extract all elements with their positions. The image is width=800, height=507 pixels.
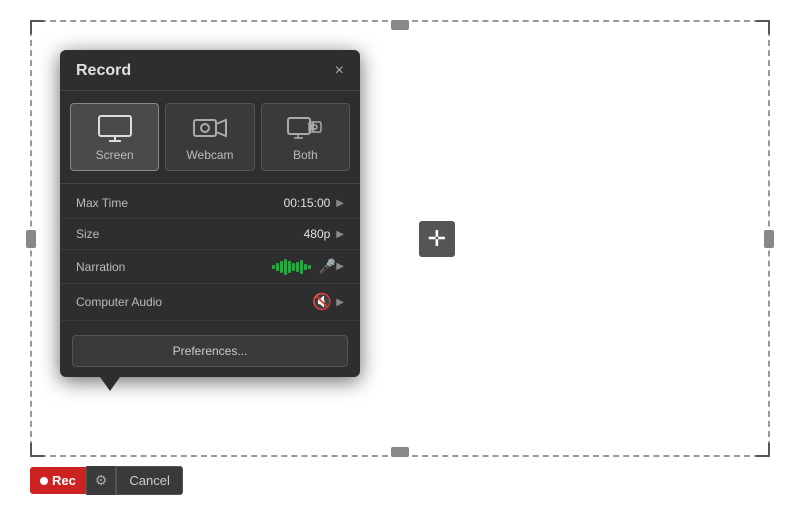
max-time-arrow[interactable]: ▶	[336, 198, 344, 209]
corner-tr	[756, 20, 770, 34]
max-time-value: 00:15:00	[284, 196, 331, 210]
narration-row: Narration 🎤 ▶	[60, 250, 360, 284]
mode-screen-label: Screen	[96, 148, 134, 162]
audio-bar-6	[292, 263, 295, 271]
mode-screen-button[interactable]: Screen	[70, 103, 159, 171]
max-time-row: Max Time 00:15:00 ▶	[60, 188, 360, 219]
audio-bar-5	[288, 261, 291, 273]
dialog-header: Record ×	[60, 50, 360, 91]
mode-buttons-container: Screen Webcam Both	[60, 91, 360, 183]
move-icon[interactable]: ✛	[419, 221, 455, 257]
rec-label: Rec	[52, 473, 76, 488]
rec-button[interactable]: Rec	[30, 467, 86, 494]
corner-br	[756, 443, 770, 457]
rec-dot	[40, 477, 48, 485]
size-value: 480p	[304, 227, 331, 241]
dialog-tail	[100, 377, 120, 391]
audio-bar-1	[272, 265, 275, 269]
audio-bar-2	[276, 263, 279, 271]
mode-webcam-label: Webcam	[186, 148, 233, 162]
audio-bar-8	[300, 260, 303, 274]
size-label: Size	[76, 227, 304, 241]
max-time-label: Max Time	[76, 196, 284, 210]
audio-bars	[272, 259, 311, 275]
size-arrow[interactable]: ▶	[336, 229, 344, 240]
mode-webcam-button[interactable]: Webcam	[165, 103, 254, 171]
corner-tl	[30, 20, 44, 34]
audio-bar-10	[308, 265, 311, 269]
audio-bar-7	[296, 262, 299, 272]
preferences-button[interactable]: Preferences...	[72, 335, 348, 367]
narration-arrow[interactable]: ▶	[336, 261, 344, 272]
mic-icon: 🎤	[319, 258, 336, 275]
narration-label: Narration	[76, 260, 272, 274]
mode-both-button[interactable]: Both	[261, 103, 350, 171]
edge-handle-bottom[interactable]	[391, 447, 409, 457]
settings-button[interactable]: ⚙	[86, 466, 117, 495]
both-icon	[287, 114, 323, 142]
corner-bl	[30, 443, 44, 457]
audio-bar-9	[304, 264, 307, 270]
webcam-icon	[192, 114, 228, 142]
edge-handle-top[interactable]	[391, 20, 409, 30]
close-button[interactable]: ×	[335, 63, 344, 79]
computer-audio-row: Computer Audio 🔇 ▶	[60, 284, 360, 321]
speaker-muted-icon: 🔇	[312, 292, 332, 312]
record-dialog: Record × Screen Webcam	[60, 50, 360, 377]
edge-handle-right[interactable]	[764, 230, 774, 248]
size-row: Size 480p ▶	[60, 219, 360, 250]
mode-both-label: Both	[293, 148, 318, 162]
cancel-button[interactable]: Cancel	[116, 466, 182, 495]
screen-icon	[97, 114, 133, 142]
settings-section: Max Time 00:15:00 ▶ Size 480p ▶ Narratio…	[60, 183, 360, 325]
bottom-toolbar: Rec ⚙ Cancel	[30, 466, 183, 495]
audio-bar-4	[284, 259, 287, 275]
audio-bar-3	[280, 261, 283, 273]
narration-bar: 🎤	[272, 258, 336, 275]
computer-audio-label: Computer Audio	[76, 295, 312, 309]
edge-handle-left[interactable]	[26, 230, 36, 248]
computer-audio-arrow[interactable]: ▶	[336, 297, 344, 308]
gear-icon: ⚙	[95, 472, 108, 488]
dialog-title: Record	[76, 62, 131, 80]
